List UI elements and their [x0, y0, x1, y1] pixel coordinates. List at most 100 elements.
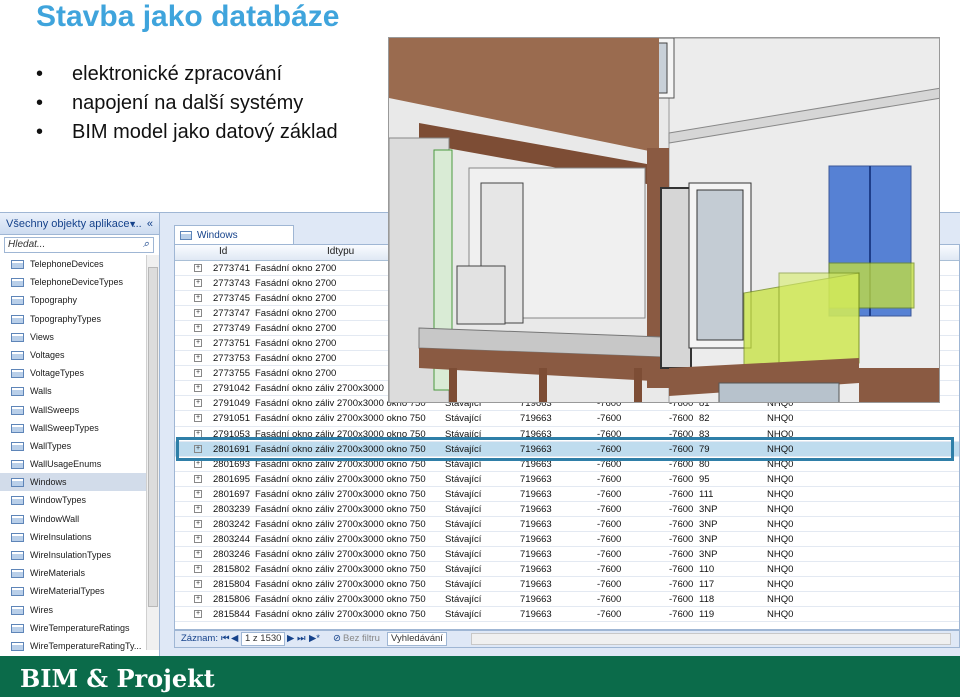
cell-id[interactable]: 2773749	[213, 322, 250, 335]
cell-c1[interactable]: 719663	[520, 608, 552, 621]
cell-c3[interactable]: -7600	[669, 518, 693, 531]
cell-id[interactable]: 2803244	[213, 533, 250, 546]
cell-id[interactable]: 2791042	[213, 382, 250, 395]
record-position-field[interactable]: 1 z 1530	[241, 632, 286, 646]
cell-id[interactable]: 2791051	[213, 412, 250, 425]
nav-item-walls[interactable]: Walls	[0, 382, 146, 400]
table-row[interactable]: +2815806 Fasádní okno záliv 2700x3000 okn…	[175, 592, 959, 608]
expand-icon[interactable]: +	[194, 369, 202, 378]
expand-icon[interactable]: +	[194, 519, 202, 528]
cell-c2[interactable]: -7600	[597, 533, 621, 546]
cell-level[interactable]: 118	[699, 593, 714, 606]
cell-c3[interactable]: -7600	[669, 412, 693, 425]
column-header-idtypu[interactable]: Idtypu	[327, 246, 354, 257]
cell-nh[interactable]: NHQ0	[767, 473, 793, 486]
cell-level[interactable]: 119	[699, 608, 714, 621]
nav-item-topography[interactable]: Topography	[0, 291, 146, 309]
cell-c3[interactable]: -7600	[669, 533, 693, 546]
nav-item-wireinsulations[interactable]: WireInsulations	[0, 528, 146, 546]
cell-type[interactable]: Fasádní okno záliv 2700x3000 okno 750	[255, 593, 426, 606]
cell-c1[interactable]: 719663	[520, 533, 552, 546]
cell-level[interactable]: 3NP	[699, 548, 717, 561]
cell-type[interactable]: Fasádní okno záliv 2700x3000 okno 750	[255, 488, 426, 501]
expand-icon[interactable]: +	[194, 504, 202, 513]
cell-c2[interactable]: -7600	[597, 593, 621, 606]
table-row[interactable]: +2801695 Fasádní okno záliv 2700x3000 okn…	[175, 472, 959, 487]
cell-c1[interactable]: 719663	[520, 563, 552, 576]
cell-status[interactable]: Stávající	[445, 578, 481, 591]
search-icon[interactable]: ⌕	[138, 237, 154, 253]
cell-nh[interactable]: NHQ0	[767, 593, 793, 606]
cell-status[interactable]: Stávající	[445, 473, 481, 486]
nav-item-telephonedevices[interactable]: TelephoneDevices	[0, 255, 146, 273]
horizontal-scrollbar[interactable]	[471, 633, 951, 645]
cell-type[interactable]: Fasádní okno 2700	[255, 337, 336, 350]
expand-icon[interactable]: +	[194, 534, 202, 543]
cell-c1[interactable]: 719663	[520, 548, 552, 561]
cell-level[interactable]: 110	[699, 563, 714, 576]
cell-id[interactable]: 2773747	[213, 307, 250, 320]
filter-icon[interactable]: ⊘	[333, 631, 341, 647]
cell-type[interactable]: Fasádní okno záliv 2700x3000 okno 750	[255, 518, 426, 531]
cell-nh[interactable]: NHQ0	[767, 503, 793, 516]
table-row[interactable]: +2815802 Fasádní okno záliv 2700x3000 okn…	[175, 562, 959, 577]
cell-id[interactable]: 2803246	[213, 548, 250, 561]
cell-id[interactable]: 2815802	[213, 563, 250, 576]
table-row[interactable]: +2803239 Fasádní okno záliv 2700x3000 okn…	[175, 502, 959, 517]
cell-type[interactable]: Fasádní okno záliv 2700x3000 okno 750	[255, 578, 426, 591]
nav-item-wires[interactable]: Wires	[0, 601, 146, 619]
cell-id[interactable]: 2803239	[213, 503, 250, 516]
nav-item-windowtypes[interactable]: WindowTypes	[0, 491, 146, 509]
expand-icon[interactable]: +	[194, 294, 202, 303]
expand-icon[interactable]: +	[194, 474, 202, 483]
expand-icon[interactable]: +	[194, 399, 202, 408]
cell-nh[interactable]: NHQ0	[767, 548, 793, 561]
cell-type[interactable]: Fasádní okno 2700	[255, 367, 336, 380]
cell-type[interactable]: Fasádní okno záliv 2700x3000 okno 750	[255, 503, 426, 516]
cell-type[interactable]: Fasádní okno 2700	[255, 307, 336, 320]
cell-type[interactable]: Fasádní okno 2700	[255, 352, 336, 365]
cell-c3[interactable]: -7600	[669, 563, 693, 576]
cell-type[interactable]: Fasádní okno záliv 2700x3000 okno 750	[255, 548, 426, 561]
cell-status[interactable]: Stávající	[445, 593, 481, 606]
cell-c3[interactable]: -7600	[669, 473, 693, 486]
record-search-field[interactable]: Vyhledávání	[387, 632, 447, 646]
cell-status[interactable]: Stávající	[445, 563, 481, 576]
cell-c1[interactable]: 719663	[520, 518, 552, 531]
expand-icon[interactable]: +	[194, 414, 202, 423]
cell-nh[interactable]: NHQ0	[767, 533, 793, 546]
cell-c3[interactable]: -7600	[669, 548, 693, 561]
expand-icon[interactable]: +	[194, 279, 202, 288]
cell-nh[interactable]: NHQ0	[767, 412, 793, 425]
cell-level[interactable]: 117	[699, 578, 714, 591]
cell-nh[interactable]: NHQ0	[767, 578, 793, 591]
expand-icon[interactable]: +	[194, 339, 202, 348]
new-record-icon[interactable]: ▶*	[309, 631, 320, 647]
cell-status[interactable]: Stávající	[445, 608, 481, 621]
cell-id[interactable]: 2773743	[213, 277, 250, 290]
nav-item-windows[interactable]: Windows	[0, 473, 146, 492]
nav-item-telephonedevicetypes[interactable]: TelephoneDeviceTypes	[0, 273, 146, 291]
cell-c1[interactable]: 719663	[520, 578, 552, 591]
cell-id[interactable]: 2773741	[213, 262, 250, 275]
last-record-icon[interactable]: ⏭	[297, 631, 306, 647]
cell-c2[interactable]: -7600	[597, 578, 621, 591]
cell-c3[interactable]: -7600	[669, 593, 693, 606]
nav-item-wirematerialtypes[interactable]: WireMaterialTypes	[0, 582, 146, 600]
nav-item-voltagetypes[interactable]: VoltageTypes	[0, 364, 146, 382]
cell-id[interactable]: 2773753	[213, 352, 250, 365]
cell-nh[interactable]: NHQ0	[767, 488, 793, 501]
cell-nh[interactable]: NHQ0	[767, 563, 793, 576]
cell-type[interactable]: Fasádní okno záliv 2700x3000 okno 750	[255, 412, 426, 425]
nav-search-input[interactable]: Hledat... ⌕	[4, 237, 154, 253]
cell-c3[interactable]: -7600	[669, 608, 693, 621]
expand-icon[interactable]: +	[194, 549, 202, 558]
cell-id[interactable]: 2815806	[213, 593, 250, 606]
cell-id[interactable]: 2803242	[213, 518, 250, 531]
cell-type[interactable]: Fasádní okno záliv 2700x3000 okno 750	[255, 563, 426, 576]
cell-type[interactable]: Fasádní okno záliv 2700x3000	[255, 382, 384, 395]
cell-status[interactable]: Stávající	[445, 412, 481, 425]
chevron-down-icon[interactable]: ▼	[128, 213, 137, 235]
nav-scrollbar[interactable]	[146, 255, 159, 650]
expand-icon[interactable]: +	[194, 264, 202, 272]
